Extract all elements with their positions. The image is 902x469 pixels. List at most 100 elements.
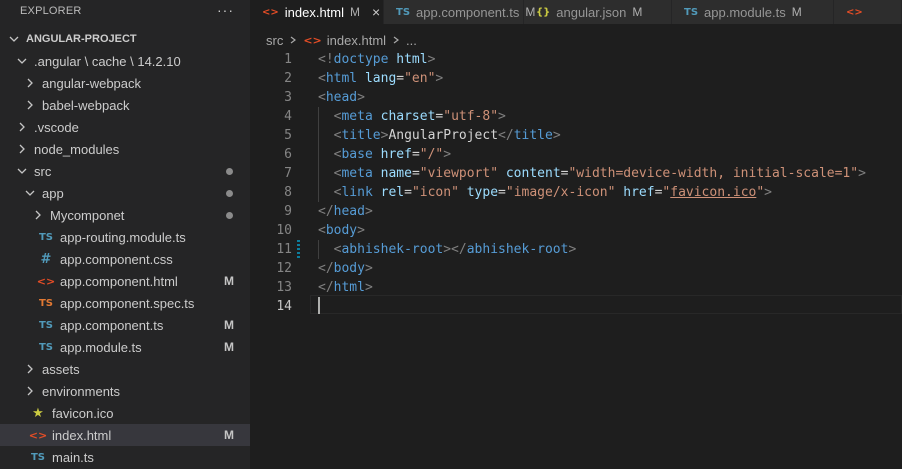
line-code: <!doctype html> (318, 50, 435, 69)
code-token: = (411, 147, 420, 162)
tree-item-label: app.component.spec.ts (60, 295, 195, 311)
code-token: > (552, 128, 561, 143)
breadcrumb: src <> index.html ... (266, 30, 417, 50)
breadcrumb-file[interactable]: index.html (327, 33, 386, 48)
project-folder-row[interactable]: ANGULAR-PROJECT (0, 28, 250, 50)
code-token: > (858, 166, 866, 181)
tree-item-app-routing-module-ts[interactable]: TS app-routing.module.ts (0, 226, 250, 248)
html-file-icon: <> (846, 6, 863, 18)
tab-index-html[interactable]: <> index.html M × (250, 0, 384, 24)
code-token: doctype (333, 52, 397, 67)
tree-item-app-module-ts[interactable]: TS app.module.ts M (0, 336, 250, 358)
tree-item-angular-webpack[interactable]: angular-webpack (0, 72, 250, 94)
code-token: > (427, 52, 436, 67)
line-code: <abhishek-root></abhishek-root> (318, 240, 577, 259)
tree-item-favicon-ico[interactable]: ★ favicon.ico (0, 402, 250, 424)
tab-app-module-ts[interactable]: TS app.module.ts M (672, 0, 834, 24)
line-number: 10 (276, 223, 292, 238)
tab-app-component-ts[interactable]: TS app.component.ts M (384, 0, 535, 24)
line-number: 14 (276, 299, 292, 314)
chevron-right-icon (14, 119, 30, 135)
tree-item-label: index.html (52, 427, 112, 443)
tree-item-app-component-html[interactable]: <> app.component.html M (0, 270, 250, 292)
breadcrumb-src[interactable]: src (266, 33, 283, 48)
code-token: type (466, 185, 499, 200)
code-token: " (756, 185, 765, 200)
tab-angular-json[interactable]: {} angular.json M (524, 0, 672, 24)
text-cursor (318, 297, 320, 314)
code-token: > (357, 90, 365, 105)
code-token: ></ (443, 242, 467, 257)
code-token: body (325, 223, 358, 238)
line-number: 12 (276, 261, 292, 276)
tab-overflow[interactable]: <> (834, 0, 902, 24)
more-actions-icon[interactable]: ··· (217, 2, 234, 18)
tree-item-label: node_modules (34, 141, 120, 157)
tree-item-app[interactable]: app (0, 182, 250, 204)
typescript-file-icon: TS (38, 319, 54, 331)
code-token: content (505, 166, 561, 181)
file-tree: .angular \ cache \ 14.2.10 angular-webpac… (0, 50, 250, 468)
line-number: 8 (284, 185, 292, 200)
typescript-spec-file-icon: TS (38, 297, 54, 309)
code-token: html (396, 52, 428, 67)
chevron-down-icon (6, 31, 22, 47)
code-token: "width=device-width, initial-scale=1" (568, 166, 859, 181)
tree-item-app-component-ts[interactable]: TS app.component.ts M (0, 314, 250, 336)
modified-badge: M (632, 5, 643, 19)
tree-item-app-component-spec-ts[interactable]: TS app.component.spec.ts (0, 292, 250, 314)
modified-badge: M (350, 5, 361, 19)
tree-item-src[interactable]: src (0, 160, 250, 182)
close-icon[interactable]: × (372, 4, 380, 20)
line-code: </body> (318, 259, 373, 278)
chevron-right-icon (14, 141, 30, 157)
code-token: abhishek-root (466, 242, 569, 257)
line-number: 5 (284, 128, 292, 143)
code-token: </ (318, 204, 334, 219)
modified-badge: M (224, 318, 234, 332)
code-token: title (513, 128, 553, 143)
tree-item-assets[interactable]: assets (0, 358, 250, 380)
tree-item-environments[interactable]: environments (0, 380, 250, 402)
line-number: 6 (284, 147, 292, 162)
code-token: title (341, 128, 381, 143)
code-token: body (333, 261, 365, 276)
code-token: html (325, 71, 365, 86)
changes-dot-indicator (226, 189, 233, 197)
tree-item-node-modules[interactable]: node_modules (0, 138, 250, 160)
code-token: < (318, 90, 326, 105)
line-number: 3 (284, 90, 292, 105)
tree-item-vscode[interactable]: .vscode (0, 116, 250, 138)
code-token: charset (380, 109, 436, 124)
typescript-file-icon: TS (38, 231, 54, 243)
html-file-icon: <> (28, 428, 48, 442)
gutter-change-marker[interactable] (297, 240, 300, 259)
chevron-right-icon (22, 383, 38, 399)
explorer-header: EXPLORER ··· (0, 0, 250, 22)
tree-item-main-ts[interactable]: TS main.ts (0, 446, 250, 468)
chevron-right-icon (289, 36, 297, 44)
code-token: > (364, 280, 373, 295)
tree-item-label: app.component.html (60, 273, 178, 289)
chevron-down-icon (22, 185, 38, 201)
tab-label: app.component.ts (416, 4, 520, 20)
chevron-right-icon (22, 97, 38, 113)
code-token: </ (318, 261, 334, 276)
breadcrumb-symbol[interactable]: ... (406, 33, 417, 48)
code-token: lang (364, 71, 397, 86)
modified-badge: M (224, 274, 234, 288)
tree-item-mycomponet[interactable]: Mycomponet (0, 204, 250, 226)
tab-label: index.html (284, 4, 345, 20)
tree-item-index-html[interactable]: <> index.html M (0, 424, 250, 446)
tree-item-angular-cache-14-2-10[interactable]: .angular \ cache \ 14.2.10 (0, 50, 250, 72)
modified-badge: M (525, 5, 536, 19)
line-number: 7 (284, 166, 292, 181)
css-file-icon: # (40, 251, 52, 267)
code-editor[interactable]: 1 <!doctype html> 2 <html lang="en"> 3 <head>… (250, 50, 902, 469)
tree-item-app-component-css[interactable]: # app.component.css (0, 248, 250, 270)
tree-item-babel-webpack[interactable]: babel-webpack (0, 94, 250, 116)
